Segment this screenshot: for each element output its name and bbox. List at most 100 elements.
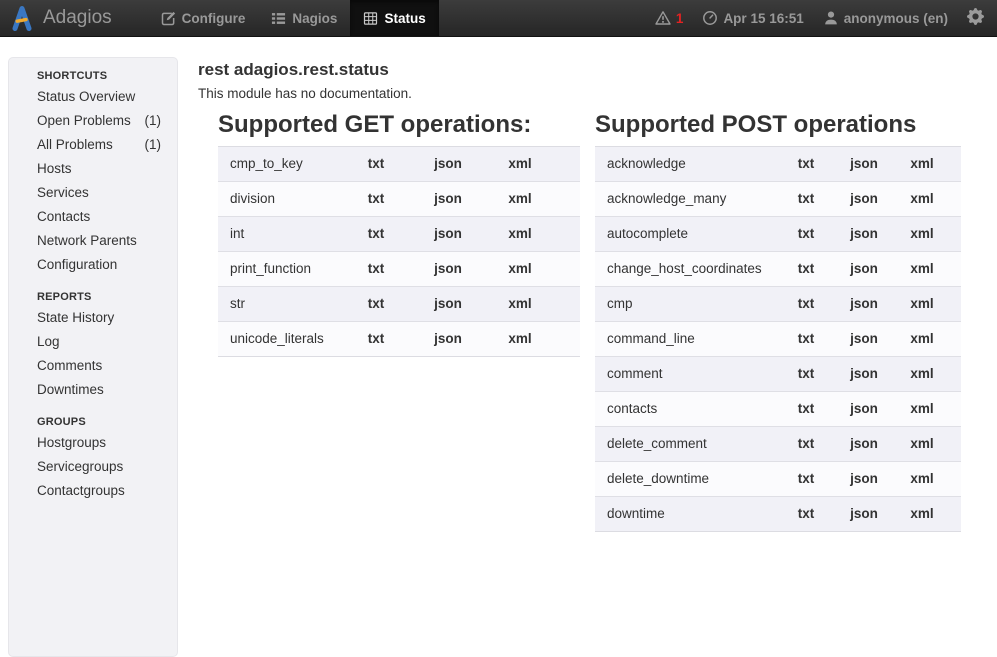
brand[interactable]: Adagios	[0, 0, 126, 36]
operation-action-cell: json	[412, 182, 484, 217]
operation-action-cell: txt	[777, 147, 835, 182]
xml-link-autocomplete[interactable]: xml	[910, 226, 933, 241]
brand-name: Adagios	[43, 7, 112, 29]
sidebar-item-contactgroups[interactable]: Contactgroups	[9, 479, 177, 503]
txt-link-cmp-to-key[interactable]: txt	[368, 156, 385, 171]
xml-link-unicode-literals[interactable]: xml	[508, 331, 531, 346]
nav-configure[interactable]: Configure	[148, 0, 259, 36]
operation-name: comment	[595, 357, 777, 392]
txt-link-command-line[interactable]: txt	[798, 331, 815, 346]
sidebar-item-hosts[interactable]: Hosts	[9, 157, 177, 181]
sidebar-item-log[interactable]: Log	[9, 330, 177, 354]
txt-link-int[interactable]: txt	[368, 226, 385, 241]
operation-action-cell: xml	[484, 217, 580, 252]
xml-link-int[interactable]: xml	[508, 226, 531, 241]
operation-name: command_line	[595, 322, 777, 357]
json-link-autocomplete[interactable]: json	[850, 226, 878, 241]
get-operations-table: cmp_to_keytxtjsonxmldivisiontxtjsonxmlin…	[218, 146, 580, 357]
txt-link-comment[interactable]: txt	[798, 366, 815, 381]
datetime-text: Apr 15 16:51	[723, 11, 803, 26]
txt-link-division[interactable]: txt	[368, 191, 385, 206]
xml-link-delete-downtime[interactable]: xml	[910, 471, 933, 486]
xml-link-acknowledge[interactable]: xml	[910, 156, 933, 171]
json-link-delete-comment[interactable]: json	[850, 436, 878, 451]
json-link-cmp[interactable]: json	[850, 296, 878, 311]
txt-link-delete-comment[interactable]: txt	[798, 436, 815, 451]
txt-link-cmp[interactable]: txt	[798, 296, 815, 311]
json-link-downtime[interactable]: json	[850, 506, 878, 521]
sidebar-item-services[interactable]: Services	[9, 181, 177, 205]
json-link-comment[interactable]: json	[850, 366, 878, 381]
operation-action-cell: json	[835, 322, 893, 357]
txt-link-change-host-coordinates[interactable]: txt	[798, 261, 815, 276]
json-link-int[interactable]: json	[434, 226, 462, 241]
json-link-command-line[interactable]: json	[850, 331, 878, 346]
sidebar-item-servicegroups[interactable]: Servicegroups	[9, 455, 177, 479]
txt-link-acknowledge-many[interactable]: txt	[798, 191, 815, 206]
sidebar-section-title-shortcuts: SHORTCUTS	[9, 67, 177, 85]
nav-configure-label: Configure	[182, 11, 246, 26]
txt-link-contacts[interactable]: txt	[798, 401, 815, 416]
clock-display: Apr 15 16:51	[702, 10, 803, 26]
xml-link-print-function[interactable]: xml	[508, 261, 531, 276]
settings-button[interactable]	[967, 8, 984, 28]
txt-link-str[interactable]: txt	[368, 296, 385, 311]
json-link-print-function[interactable]: json	[434, 261, 462, 276]
sidebar-item-configuration[interactable]: Configuration	[9, 253, 177, 277]
xml-link-downtime[interactable]: xml	[910, 506, 933, 521]
json-link-acknowledge[interactable]: json	[850, 156, 878, 171]
sidebar-item-label: Servicegroups	[37, 459, 123, 475]
nav-status[interactable]: Status	[350, 0, 438, 36]
sidebar-item-all-problems[interactable]: All Problems(1)	[9, 133, 177, 157]
sidebar-item-contacts[interactable]: Contacts	[9, 205, 177, 229]
nav-nagios[interactable]: Nagios	[258, 0, 350, 36]
operation-name: acknowledge	[595, 147, 777, 182]
operation-name: downtime	[595, 497, 777, 532]
operation-action-cell: json	[835, 217, 893, 252]
txt-link-autocomplete[interactable]: txt	[798, 226, 815, 241]
alerts-count: 1	[676, 11, 684, 26]
json-link-contacts[interactable]: json	[850, 401, 878, 416]
user-menu[interactable]: anonymous (en)	[823, 10, 948, 26]
alerts-indicator[interactable]: 1	[655, 10, 684, 26]
sidebar-item-network-parents[interactable]: Network Parents	[9, 229, 177, 253]
table-icon	[363, 11, 378, 26]
xml-link-cmp[interactable]: xml	[910, 296, 933, 311]
main-nav: Configure Nagios	[148, 0, 439, 36]
adagios-logo-icon	[10, 5, 34, 31]
xml-link-comment[interactable]: xml	[910, 366, 933, 381]
sidebar-item-open-problems[interactable]: Open Problems(1)	[9, 109, 177, 133]
txt-link-downtime[interactable]: txt	[798, 506, 815, 521]
txt-link-unicode-literals[interactable]: txt	[368, 331, 385, 346]
operation-action-cell: xml	[484, 147, 580, 182]
operation-row-downtime: downtime txt json xml	[595, 497, 961, 532]
xml-link-change-host-coordinates[interactable]: xml	[910, 261, 933, 276]
xml-link-contacts[interactable]: xml	[910, 401, 933, 416]
sidebar-item-downtimes[interactable]: Downtimes	[9, 378, 177, 402]
operation-row-acknowledge: acknowledge txt json xml	[595, 147, 961, 182]
json-link-delete-downtime[interactable]: json	[850, 471, 878, 486]
sidebar-item-hostgroups[interactable]: Hostgroups	[9, 431, 177, 455]
json-link-str[interactable]: json	[434, 296, 462, 311]
operation-action-cell: json	[412, 322, 484, 357]
xml-link-acknowledge-many[interactable]: xml	[910, 191, 933, 206]
operation-row-acknowledge-many: acknowledge_manytxtjsonxml	[595, 182, 961, 217]
xml-link-command-line[interactable]: xml	[910, 331, 933, 346]
json-link-division[interactable]: json	[434, 191, 462, 206]
xml-link-str[interactable]: xml	[508, 296, 531, 311]
xml-link-delete-comment[interactable]: xml	[910, 436, 933, 451]
operation-action-cell: xml	[893, 357, 961, 392]
txt-link-delete-downtime[interactable]: txt	[798, 471, 815, 486]
txt-link-print-function[interactable]: txt	[368, 261, 385, 276]
xml-link-division[interactable]: xml	[508, 191, 531, 206]
sidebar-item-comments[interactable]: Comments	[9, 354, 177, 378]
json-link-acknowledge-many[interactable]: json	[850, 191, 878, 206]
page-subtitle: This module has no documentation.	[198, 86, 989, 102]
json-link-change-host-coordinates[interactable]: json	[850, 261, 878, 276]
txt-link-acknowledge[interactable]: txt	[798, 156, 815, 171]
xml-link-cmp-to-key[interactable]: xml	[508, 156, 531, 171]
json-link-unicode-literals[interactable]: json	[434, 331, 462, 346]
json-link-cmp-to-key[interactable]: json	[434, 156, 462, 171]
sidebar-item-state-history[interactable]: State History	[9, 306, 177, 330]
sidebar-item-status-overview[interactable]: Status Overview	[9, 85, 177, 109]
